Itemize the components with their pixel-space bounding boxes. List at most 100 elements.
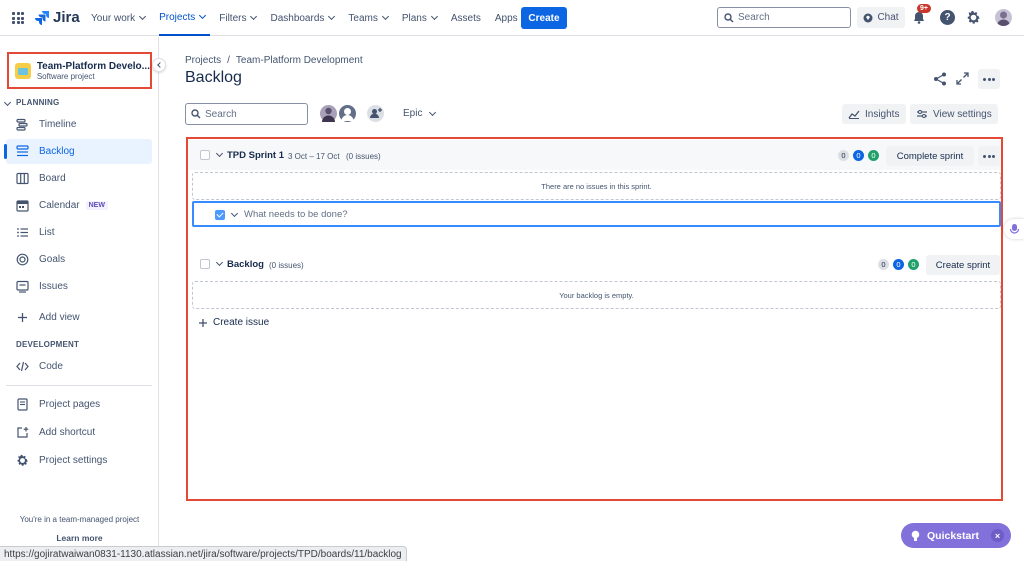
help-icon[interactable]: ? [940,10,955,25]
sidebar-item-calendar[interactable]: Calendar NEW [6,193,152,218]
nav-dashboards[interactable]: Dashboards [270,0,339,36]
chat-button[interactable]: Chat [857,7,905,28]
share-icon[interactable] [933,72,947,86]
search-icon [724,13,734,23]
chat-label: Chat [877,12,899,23]
view-settings-button[interactable]: View settings [910,104,998,124]
inline-create-issue-field[interactable]: What needs to be done? [192,201,1001,227]
nav-projects[interactable]: Projects [159,0,211,36]
todo-count-badge: 0 [838,150,849,161]
issue-type-task-icon[interactable] [215,210,225,220]
project-header[interactable]: Team-Platform Develo... Software project [7,52,152,89]
more-dots-icon [987,77,991,81]
insights-button[interactable]: Insights [842,104,906,124]
profile-avatar[interactable] [995,9,1012,26]
chevron-down-icon [328,12,336,21]
notification-badge: 9+ [917,4,931,13]
sprint-select-checkbox[interactable] [200,150,210,160]
chevron-down-icon [381,12,389,21]
chevron-down-icon[interactable] [230,209,239,218]
nav-filters[interactable]: Filters [219,0,261,36]
planning-section-label: PLANNING [16,98,60,107]
sidebar-item-project-pages[interactable]: Project pages [6,392,152,417]
chevron-down-icon[interactable] [215,258,224,267]
add-people-button[interactable] [365,103,386,124]
more-dots-icon [983,154,986,158]
create-sprint-button[interactable]: Create sprint [926,255,1000,275]
jira-logo[interactable]: Jira [34,9,80,26]
sidebar-item-board[interactable]: Board [6,166,152,191]
app-switcher-icon[interactable] [12,12,24,24]
create-issue-label: Create issue [213,317,270,328]
search-icon [191,109,201,119]
top-navigation: Jira Your work Projects Filters Dashboar… [0,0,1024,36]
add-person-icon [370,108,382,118]
close-icon[interactable]: × [991,529,1004,542]
insights-label: Insights [865,108,900,120]
sidebar-item-issues[interactable]: Issues [6,274,152,299]
nav-teams[interactable]: Teams [348,0,392,36]
epic-filter-dropdown[interactable]: Epic [403,108,437,119]
sprint-empty-state: There are no issues in this sprint. [192,172,1001,200]
sidebar-item-add-shortcut[interactable]: Add shortcut [6,420,152,445]
more-dots-icon [992,154,995,158]
nav-plans[interactable]: Plans [402,0,442,36]
more-actions-button[interactable] [978,69,1000,89]
sidebar-item-backlog[interactable]: Backlog [4,139,152,164]
more-dots-icon [987,154,991,158]
user-avatar-1[interactable] [318,103,339,124]
fullscreen-icon[interactable] [956,72,969,85]
backlog-select-checkbox[interactable] [200,259,210,269]
jira-logo-icon [35,10,49,25]
chevron-down-icon [199,11,207,20]
nav-assets[interactable]: Assets [451,0,486,36]
breadcrumb-projects[interactable]: Projects [185,55,221,66]
quickstart-button[interactable]: Quickstart × [901,523,1011,548]
create-button[interactable]: Create [521,7,567,29]
sidebar-item-list[interactable]: List [6,220,152,245]
plus-icon [18,313,27,322]
collapse-sidebar-button[interactable] [152,58,166,72]
sprint-header: TPD Sprint 1 3 Oct – 17 Oct (0 issues) 0… [188,140,1001,170]
sprint-more-button[interactable] [978,146,1000,166]
backlog-board: TPD Sprint 1 3 Oct – 17 Oct (0 issues) 0… [186,137,1003,501]
add-shortcut-icon [17,427,29,438]
sidebar-item-code[interactable]: Code [6,354,152,379]
user-avatar-2[interactable] [337,103,358,124]
add-view-button[interactable]: Add view [6,305,152,330]
global-search-input[interactable]: Search [717,7,851,28]
nav-your-work[interactable]: Your work [91,0,150,36]
learn-more-link[interactable]: Learn more [0,533,159,543]
chat-icon [863,13,873,22]
nav-label: Assets [450,12,481,24]
sidebar-item-label: Project settings [39,455,108,466]
backlog-search-input[interactable]: Search [185,103,308,125]
complete-sprint-button[interactable]: Complete sprint [886,146,974,166]
status-url-bar: https://gojiratwaiwan0831-1130.atlassian… [0,546,407,561]
epic-label: Epic [403,108,423,119]
nav-label: Your work [91,12,136,24]
assistant-widget[interactable] [1004,219,1024,239]
sidebar-item-timeline[interactable]: Timeline [6,112,152,137]
chevron-down-icon[interactable] [3,98,12,107]
breadcrumb-project[interactable]: Team-Platform Development [236,55,363,66]
backlog-header: Backlog (0 issues) 0 0 0 Create sprint [188,249,1001,279]
nav-label: Filters [219,12,247,24]
project-avatar-icon [15,62,31,79]
done-count-badge: 0 [868,150,879,161]
new-badge: NEW [85,201,108,210]
development-section-label: DEVELOPMENT [16,340,80,349]
sidebar-item-project-settings[interactable]: Project settings [6,448,152,473]
quickstart-label: Quickstart [927,529,979,542]
settings-gear-icon[interactable] [966,10,981,25]
add-view-label: Add view [39,312,80,323]
sidebar-item-goals[interactable]: Goals [6,247,152,272]
done-count-badge: 0 [908,259,919,270]
chevron-down-icon[interactable] [215,149,224,158]
nav-label: Plans [401,12,427,24]
backlog-issue-count: (0 issues) [269,261,304,270]
create-issue-button[interactable]: Create issue [198,317,269,328]
primary-nav: Your work Projects Filters Dashboards Te… [91,0,542,36]
code-icon [16,361,29,372]
project-type: Software project [36,71,95,81]
